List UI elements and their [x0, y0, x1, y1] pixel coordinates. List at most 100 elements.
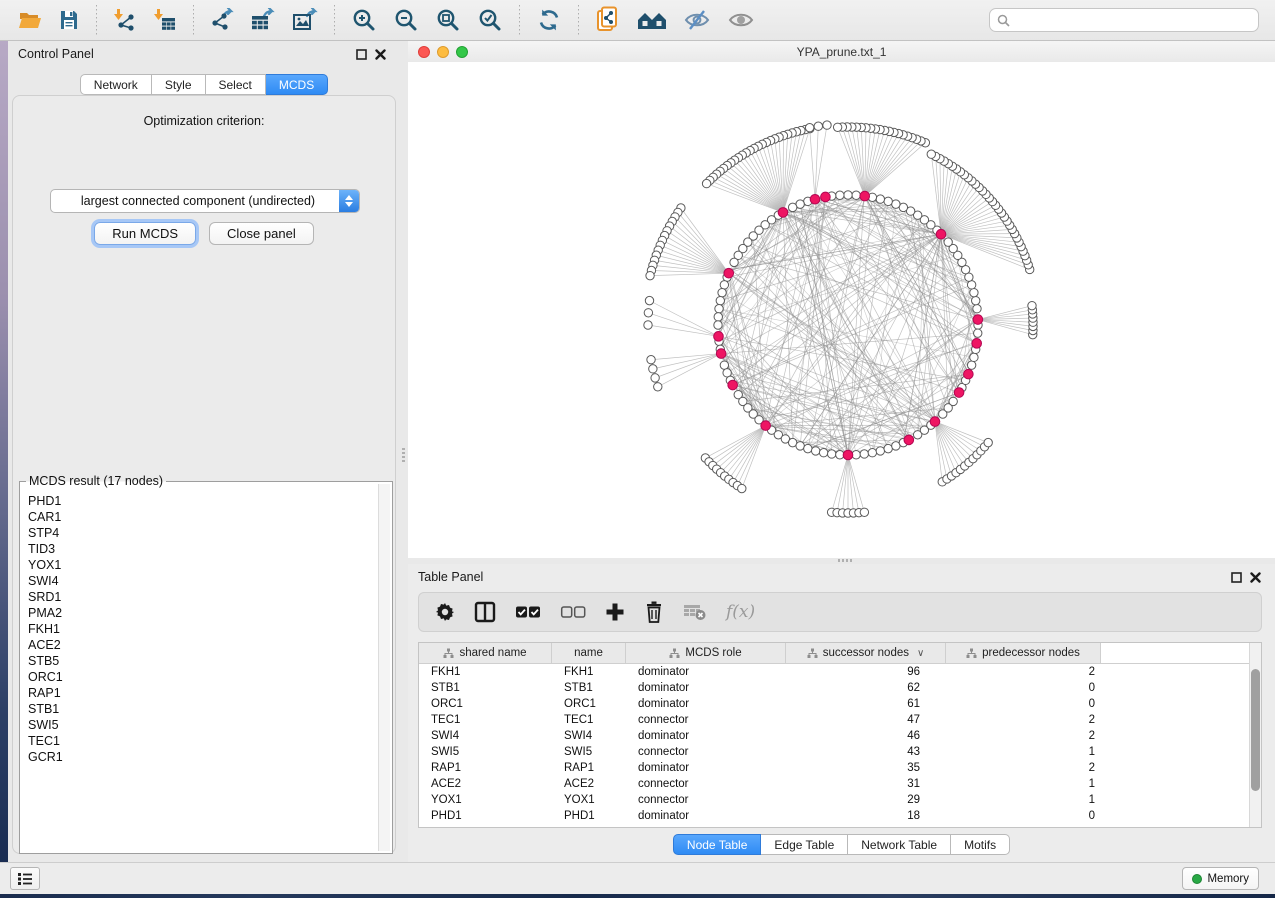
table-scrollbar[interactable]	[1249, 643, 1261, 827]
mcds-result-item[interactable]: PMA2	[28, 605, 379, 621]
tab-style[interactable]: Style	[152, 74, 206, 95]
mcds-result-item[interactable]: STB5	[28, 653, 379, 669]
mcds-result-item[interactable]: GCR1	[28, 749, 379, 765]
network-graph[interactable]	[408, 62, 1275, 558]
table-panel: Table Panel f(x) shared namenameMCDS rol…	[408, 564, 1275, 858]
close-panel-icon[interactable]	[371, 49, 390, 60]
network-from-selection-icon[interactable]	[589, 4, 627, 36]
table-body: FKH1FKH1dominator962STB1STB1dominator620…	[419, 664, 1261, 824]
column-header-MCDS-role[interactable]: MCDS role	[626, 643, 786, 663]
table-row[interactable]: ORC1ORC1dominator610	[419, 696, 1261, 712]
refresh-layout-icon[interactable]	[530, 5, 568, 35]
memory-label: Memory	[1207, 873, 1249, 885]
network-canvas[interactable]	[408, 62, 1275, 558]
table-scrollbar-thumb[interactable]	[1251, 669, 1260, 791]
column-header-successor-nodes[interactable]: successor nodes∨	[786, 643, 946, 663]
close-panel-button[interactable]: Close panel	[209, 222, 314, 245]
optimization-criterion-label: Optimization criterion:	[13, 114, 395, 128]
close-window-traffic-light[interactable]	[418, 46, 430, 58]
mcds-result-item[interactable]: CAR1	[28, 509, 379, 525]
add-column-icon[interactable]	[605, 602, 625, 622]
tab-network-table[interactable]: Network Table	[848, 834, 951, 855]
cell-predecessor_nodes: 1	[946, 794, 1101, 806]
run-mcds-button[interactable]: Run MCDS	[94, 222, 196, 245]
export-table-icon[interactable]	[244, 6, 282, 34]
float-panel-icon[interactable]	[1227, 572, 1246, 583]
mcds-result-item[interactable]: TEC1	[28, 733, 379, 749]
network-window-title: YPA_prune.txt_1	[797, 45, 887, 59]
export-network-icon[interactable]	[204, 6, 240, 34]
float-panel-icon[interactable]	[352, 49, 371, 60]
mcds-result-item[interactable]: SRD1	[28, 589, 379, 605]
open-file-icon[interactable]	[12, 6, 48, 34]
select-all-icon[interactable]	[515, 605, 541, 619]
show-all-icon[interactable]	[721, 6, 761, 34]
mcds-result-item[interactable]: SWI4	[28, 573, 379, 589]
table-row[interactable]: SWI4SWI4dominator462	[419, 728, 1261, 744]
mcds-result-item[interactable]: STB1	[28, 701, 379, 717]
table-settings-icon[interactable]	[435, 602, 455, 622]
import-table-icon[interactable]	[147, 6, 183, 34]
tab-edge-table[interactable]: Edge Table	[761, 834, 848, 855]
tab-network[interactable]: Network	[80, 74, 152, 95]
zoom-in-icon[interactable]	[345, 5, 383, 35]
mcds-panel: Optimization criterion: largest connecte…	[12, 95, 396, 854]
table-row[interactable]: YOX1YOX1connector291	[419, 792, 1261, 808]
zoom-fit-icon[interactable]	[429, 5, 467, 35]
deselect-all-icon[interactable]	[560, 605, 586, 619]
close-panel-icon[interactable]	[1246, 572, 1265, 583]
toolbar-separator	[334, 5, 335, 35]
save-icon[interactable]	[52, 7, 86, 33]
first-neighbors-icon[interactable]	[631, 6, 673, 34]
hide-selected-icon[interactable]	[677, 6, 717, 34]
search-input[interactable]	[1015, 12, 1258, 28]
network-window-titlebar[interactable]: YPA_prune.txt_1	[408, 41, 1275, 63]
table-row[interactable]: RAP1RAP1dominator352	[419, 760, 1261, 776]
column-header-shared-name[interactable]: shared name	[419, 643, 552, 663]
mcds-result-item[interactable]: SWI5	[28, 717, 379, 733]
search-box[interactable]	[989, 8, 1259, 32]
mcds-result-item[interactable]: STP4	[28, 525, 379, 541]
mcds-result-item[interactable]: TID3	[28, 541, 379, 557]
cell-shared_name: STB1	[419, 682, 552, 694]
cell-mcds_role: connector	[626, 794, 786, 806]
table-row[interactable]: STB1STB1dominator620	[419, 680, 1261, 696]
table-row[interactable]: ACE2ACE2connector311	[419, 776, 1261, 792]
table-row[interactable]: SWI5SWI5connector431	[419, 744, 1261, 760]
table-row[interactable]: PHD1PHD1dominator180	[419, 808, 1261, 824]
table-row[interactable]: FKH1FKH1dominator962	[419, 664, 1261, 680]
tab-motifs[interactable]: Motifs	[951, 834, 1010, 855]
delete-table-icon[interactable]	[683, 603, 707, 621]
cell-shared_name: ACE2	[419, 778, 552, 790]
zoom-selected-icon[interactable]	[471, 5, 509, 35]
node-table: shared namenameMCDS rolesuccessor nodes∨…	[418, 642, 1262, 828]
mcds-result-item[interactable]: PHD1	[28, 493, 379, 509]
criterion-dropdown[interactable]: largest connected component (undirected)	[50, 189, 360, 213]
cell-mcds_role: connector	[626, 778, 786, 790]
mcds-result-scrollbar[interactable]	[378, 484, 390, 851]
shared-column-icon	[443, 648, 454, 659]
mcds-result-item[interactable]: FKH1	[28, 621, 379, 637]
mcds-result-list[interactable]: PHD1CAR1STP4TID3YOX1SWI4SRD1PMA2FKH1ACE2…	[20, 487, 379, 851]
column-header-name[interactable]: name	[552, 643, 626, 663]
maximize-window-traffic-light[interactable]	[456, 46, 468, 58]
function-builder-icon[interactable]: f(x)	[726, 602, 755, 622]
column-header-predecessor-nodes[interactable]: predecessor nodes	[946, 643, 1101, 663]
mcds-result-item[interactable]: YOX1	[28, 557, 379, 573]
mcds-result-item[interactable]: ACE2	[28, 637, 379, 653]
zoom-out-icon[interactable]	[387, 5, 425, 35]
table-row[interactable]: TEC1TEC1connector472	[419, 712, 1261, 728]
tab-select[interactable]: Select	[206, 74, 266, 95]
tab-node-table[interactable]: Node Table	[673, 834, 762, 855]
task-history-icon[interactable]	[10, 867, 40, 890]
tab-mcds[interactable]: MCDS	[266, 74, 328, 95]
mcds-result-item[interactable]: ORC1	[28, 669, 379, 685]
vertical-splitter[interactable]	[400, 41, 408, 862]
import-network-icon[interactable]	[107, 6, 143, 34]
mcds-result-item[interactable]: RAP1	[28, 685, 379, 701]
column-selector-icon[interactable]	[474, 601, 496, 623]
minimize-window-traffic-light[interactable]	[437, 46, 449, 58]
delete-column-icon[interactable]	[644, 601, 664, 623]
export-image-icon[interactable]	[286, 6, 324, 34]
memory-button[interactable]: Memory	[1182, 867, 1259, 890]
